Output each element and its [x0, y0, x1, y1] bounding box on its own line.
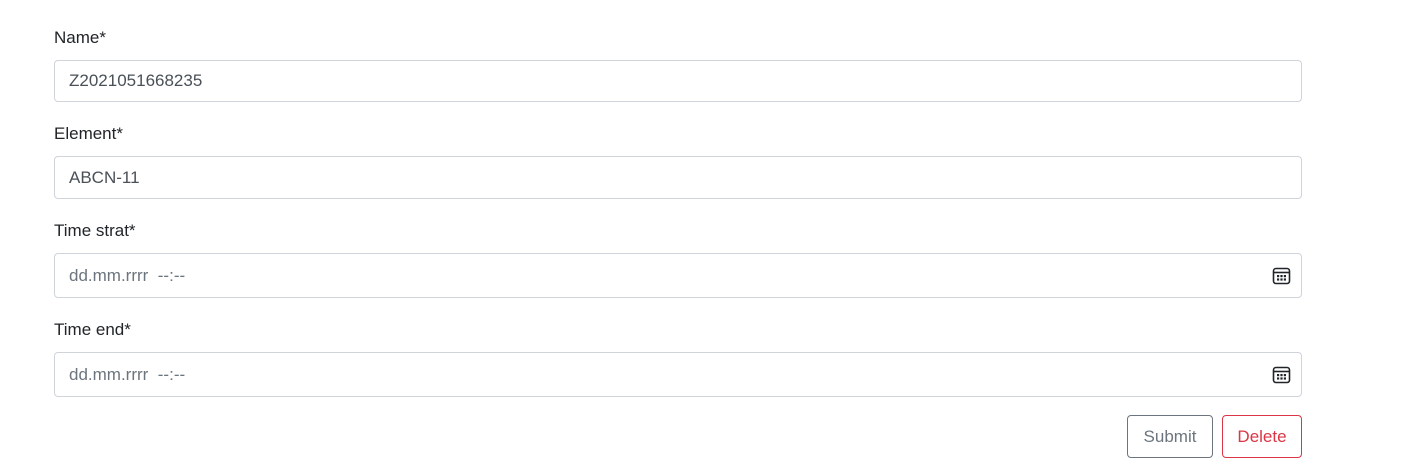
- calendar-icon[interactable]: [1271, 266, 1291, 286]
- time-end-input[interactable]: dd.mm.rrrr --:--: [54, 352, 1302, 397]
- time-start-label: Time strat*: [54, 221, 136, 240]
- time-start-placeholder: dd.mm.rrrr --:--: [69, 265, 186, 285]
- element-input[interactable]: ABCN-11: [54, 156, 1302, 199]
- submit-button[interactable]: Submit: [1127, 415, 1213, 458]
- calendar-icon[interactable]: [1271, 365, 1291, 385]
- time-end-label: Time end*: [54, 320, 131, 339]
- time-start-input[interactable]: dd.mm.rrrr --:--: [54, 253, 1302, 298]
- time-end-placeholder: dd.mm.rrrr --:--: [69, 364, 186, 384]
- name-label: Name*: [54, 28, 106, 47]
- delete-button[interactable]: Delete: [1222, 415, 1302, 458]
- name-value: Z2021051668235: [69, 71, 203, 90]
- element-label: Element*: [54, 124, 123, 143]
- element-value: ABCN-11: [69, 167, 140, 187]
- name-input[interactable]: Z2021051668235: [54, 60, 1302, 102]
